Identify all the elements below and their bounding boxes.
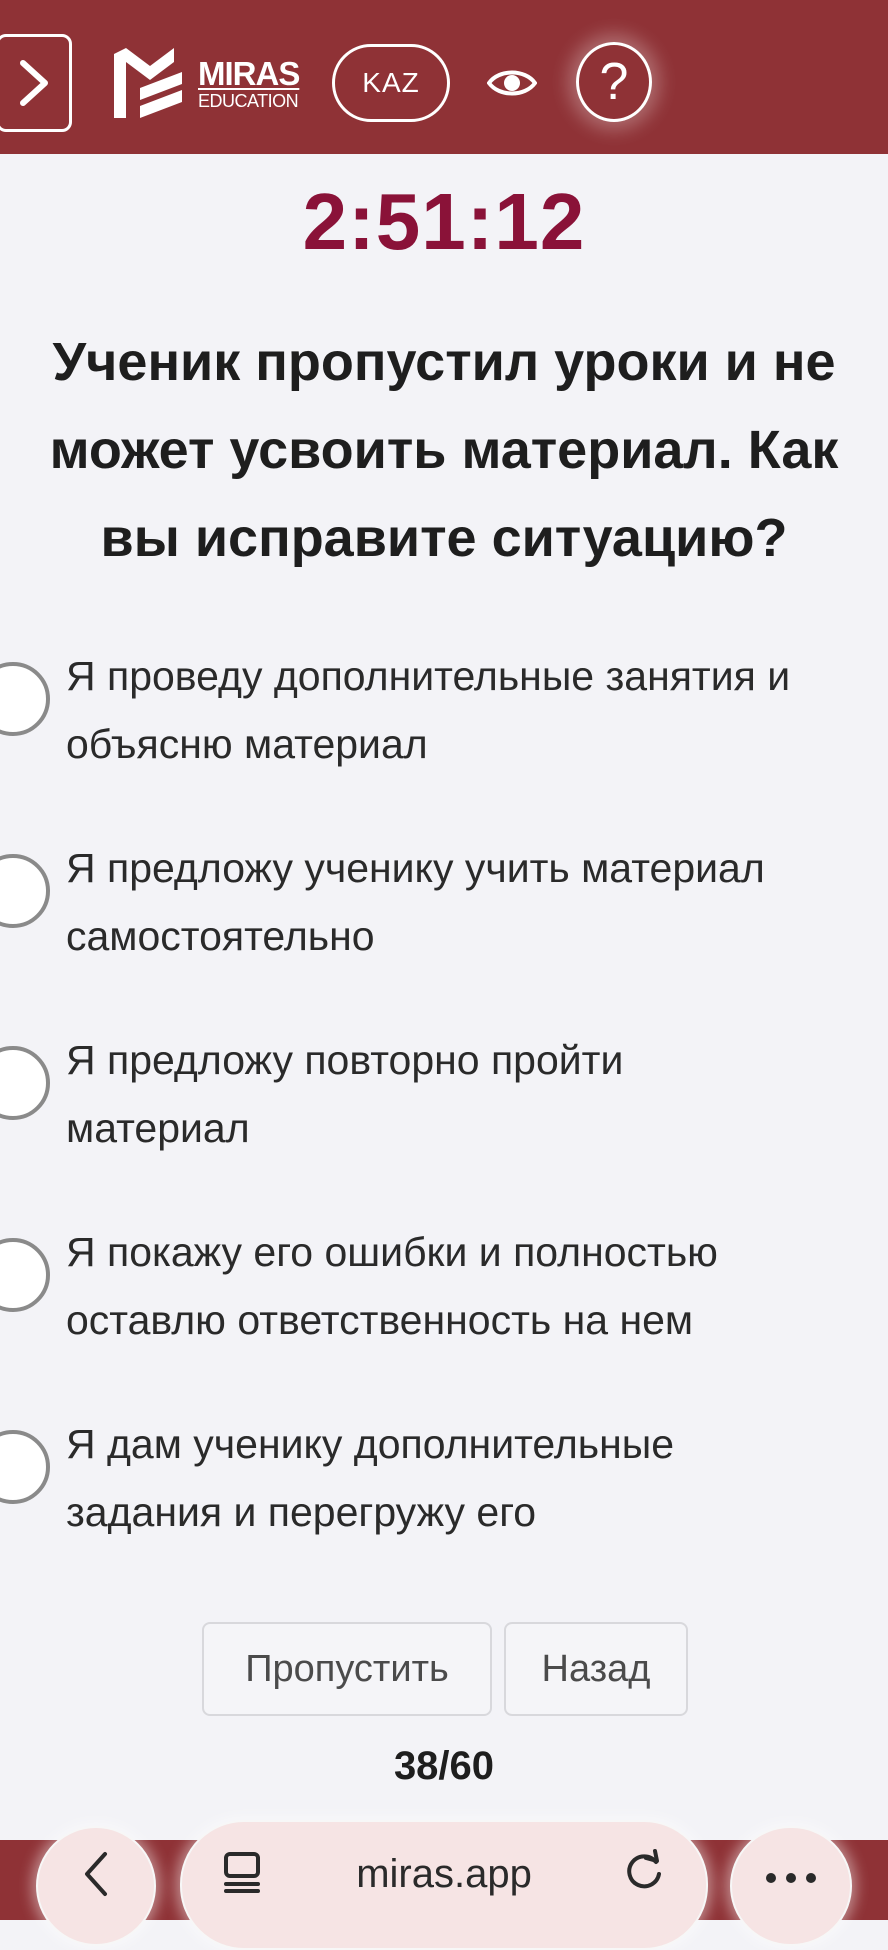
chevron-left-icon (85, 1852, 107, 1896)
answer-line: Я проведу дополнительные занятия и (66, 653, 791, 699)
eye-icon (487, 70, 537, 96)
radio-button[interactable] (0, 854, 50, 928)
question-line: Ученик пропустил уроки и не (52, 332, 836, 392)
answer-option[interactable]: Я покажу его ошибки и полностью оставлю … (0, 1218, 888, 1358)
question-line: вы исправите ситуацию? (100, 508, 788, 568)
answer-line: Я покажу его ошибки и полностью (66, 1229, 718, 1275)
answer-line: Я предложу ученику учить материал (66, 845, 765, 891)
logo-mark-icon (114, 48, 182, 118)
answer-line: самостоятельно (66, 913, 375, 959)
skip-button[interactable]: Пропустить (202, 1622, 492, 1716)
answer-option[interactable]: Я предложу повторно пройти материал (0, 1026, 888, 1166)
answer-option[interactable]: Я дам ученику дополнительные задания и п… (0, 1410, 888, 1550)
logo-title: MIRAS (198, 54, 300, 92)
answer-option-label: Я проведу дополнительные занятия и объяс… (66, 642, 888, 778)
miras-logo: MIRAS EDUCATION (110, 44, 300, 122)
reload-icon[interactable] (622, 1848, 666, 1894)
answer-option[interactable]: Я предложу ученику учить материал самост… (0, 834, 888, 974)
answer-line: задания и перегружу его (66, 1489, 537, 1535)
answer-option-label: Я предложу ученику учить материал самост… (66, 834, 888, 970)
answer-option-label: Я предложу повторно пройти материал (66, 1026, 888, 1162)
accessibility-button[interactable] (484, 58, 540, 108)
answer-option[interactable]: Я проведу дополнительные занятия и объяс… (0, 642, 888, 782)
answer-line: оставлю ответственность на нем (66, 1297, 694, 1343)
browser-more-button[interactable] (730, 1826, 852, 1946)
answer-line: Я дам ученику дополнительные (66, 1421, 675, 1467)
browser-back-button[interactable] (36, 1826, 156, 1946)
countdown-timer: 2:51:12 (302, 177, 586, 266)
address-bar[interactable]: miras.app (180, 1820, 708, 1950)
more-icon (766, 1873, 816, 1883)
back-button[interactable]: Назад (504, 1622, 688, 1716)
menu-toggle-button[interactable] (0, 34, 72, 132)
logo-subtitle: EDUCATION (198, 90, 299, 111)
question-text: Ученик пропустил уроки и не может усвоит… (0, 318, 888, 582)
answer-option-label: Я дам ученику дополнительные задания и п… (66, 1410, 888, 1546)
question-line: может усвоить материал. Как (49, 420, 839, 480)
radio-button[interactable] (0, 1238, 50, 1312)
help-button[interactable]: ? (576, 42, 652, 122)
question-counter: 38/60 (393, 1744, 495, 1788)
radio-button[interactable] (0, 1430, 50, 1504)
answer-line: объясню материал (66, 721, 428, 767)
radio-button[interactable] (0, 1046, 50, 1120)
answer-option-label: Я покажу его ошибки и полностью оставлю … (66, 1218, 888, 1354)
chevron-right-icon (20, 60, 48, 106)
language-button[interactable]: KAZ (332, 44, 450, 122)
app-header: MIRAS EDUCATION KAZ ? (0, 0, 888, 154)
answer-line: материал (66, 1105, 250, 1151)
answer-line: Я предложу повторно пройти (66, 1037, 624, 1083)
radio-button[interactable] (0, 662, 50, 736)
